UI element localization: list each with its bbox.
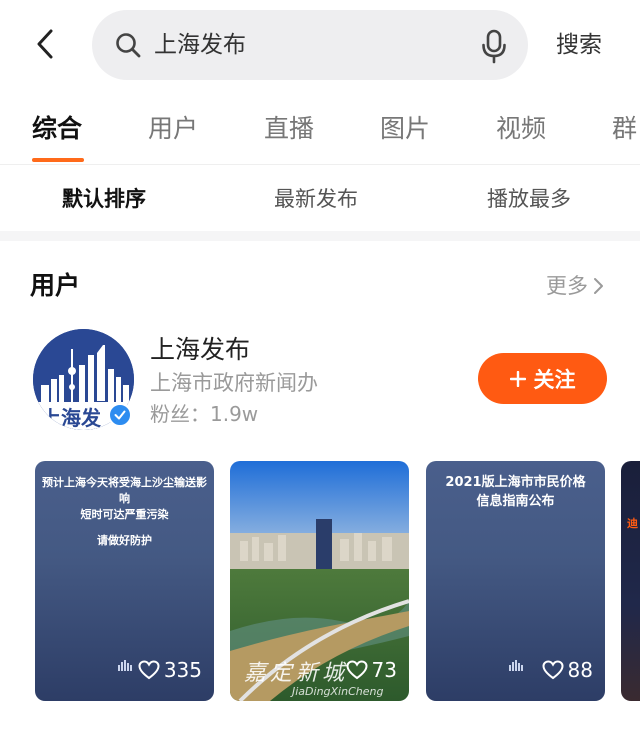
checkmark-icon <box>114 410 126 420</box>
search-input[interactable]: 上海发布 <box>92 10 528 80</box>
tab-groups[interactable]: 群 <box>612 112 637 146</box>
video-watermark-sub: JiaDingXinCheng <box>292 685 384 698</box>
video-likes: 73 <box>346 657 397 683</box>
tab-users[interactable]: 用户 <box>148 112 198 146</box>
follow-button[interactable]: 关注 <box>478 353 607 404</box>
section-divider <box>0 231 640 241</box>
video-card[interactable]: 预计上海今天将受海上沙尘输送影响 短时可达严重污染 请做好防护 335 <box>35 461 214 701</box>
heart-icon[interactable] <box>138 660 160 680</box>
caption-line: 预计上海今天将受海上沙尘输送影响 <box>42 476 207 505</box>
follow-label: 关注 <box>533 367 576 392</box>
user-fans-count: 粉丝：1.9w <box>150 402 259 426</box>
video-caption: 2021版上海市市民价格 信息指南公布 <box>432 473 599 511</box>
video-likes: 335 <box>138 657 202 683</box>
video-card[interactable]: 2021版上海市市民价格 信息指南公布 88 <box>426 461 605 701</box>
user-description: 上海市政府新闻办 <box>150 371 318 395</box>
caption-line: 2021版上海市市民价格 <box>445 475 586 490</box>
video-likes: 88 <box>542 657 593 683</box>
section-title-users: 用户 <box>30 271 81 300</box>
video-card[interactable]: 迪 <box>621 461 640 701</box>
user-name[interactable]: 上海发布 <box>150 333 250 367</box>
more-label: 更多 <box>546 274 588 298</box>
shanghai-logo-icon <box>118 660 132 671</box>
caption-line: 信息指南公布 <box>476 494 555 509</box>
tab-comprehensive[interactable]: 综合 <box>32 112 82 146</box>
tab-videos[interactable]: 视频 <box>496 112 546 146</box>
video-caption: 迪 <box>627 517 638 530</box>
chevron-right-icon <box>594 278 603 294</box>
search-icon <box>116 33 141 58</box>
tab-live[interactable]: 直播 <box>264 112 314 146</box>
chevron-left-icon <box>37 29 53 59</box>
back-button[interactable] <box>30 26 60 62</box>
likes-count: 73 <box>371 658 397 682</box>
likes-count: 88 <box>567 658 593 682</box>
shanghai-logo-icon <box>509 660 523 671</box>
category-tabs: 综合 用户 直播 图片 视频 群 <box>0 98 640 164</box>
tab-images[interactable]: 图片 <box>380 112 430 146</box>
likes-count: 335 <box>163 658 202 682</box>
video-cards: 预计上海今天将受海上沙尘输送影响 短时可达严重污染 请做好防护 335 嘉定新城… <box>0 461 640 705</box>
caption-line: 短时可达严重污染 <box>80 508 169 521</box>
active-tab-indicator <box>32 158 84 162</box>
sort-most-played[interactable]: 播放最多 <box>487 183 571 215</box>
sort-options: 默认排序 最新发布 播放最多 <box>0 165 640 231</box>
heart-icon[interactable] <box>542 660 564 680</box>
plus-icon <box>509 370 526 387</box>
video-watermark: 嘉定新城 <box>244 661 349 686</box>
search-query: 上海发布 <box>154 32 246 58</box>
more-link[interactable]: 更多 <box>546 270 604 302</box>
sort-default[interactable]: 默认排序 <box>62 183 146 215</box>
avatar-text: 上海发 <box>41 406 102 430</box>
search-button[interactable]: 搜索 <box>556 28 602 62</box>
microphone-icon[interactable] <box>480 28 508 64</box>
heart-icon[interactable] <box>346 660 368 680</box>
search-header: 上海发布 搜索 <box>0 0 640 92</box>
video-caption: 预计上海今天将受海上沙尘输送影响 短时可达严重污染 请做好防护 <box>41 475 208 549</box>
verified-badge <box>108 403 132 427</box>
video-card[interactable]: 嘉定新城 JiaDingXinCheng 73 <box>230 461 409 701</box>
caption-sub: 请做好防护 <box>97 534 152 547</box>
sort-latest[interactable]: 最新发布 <box>274 183 358 215</box>
